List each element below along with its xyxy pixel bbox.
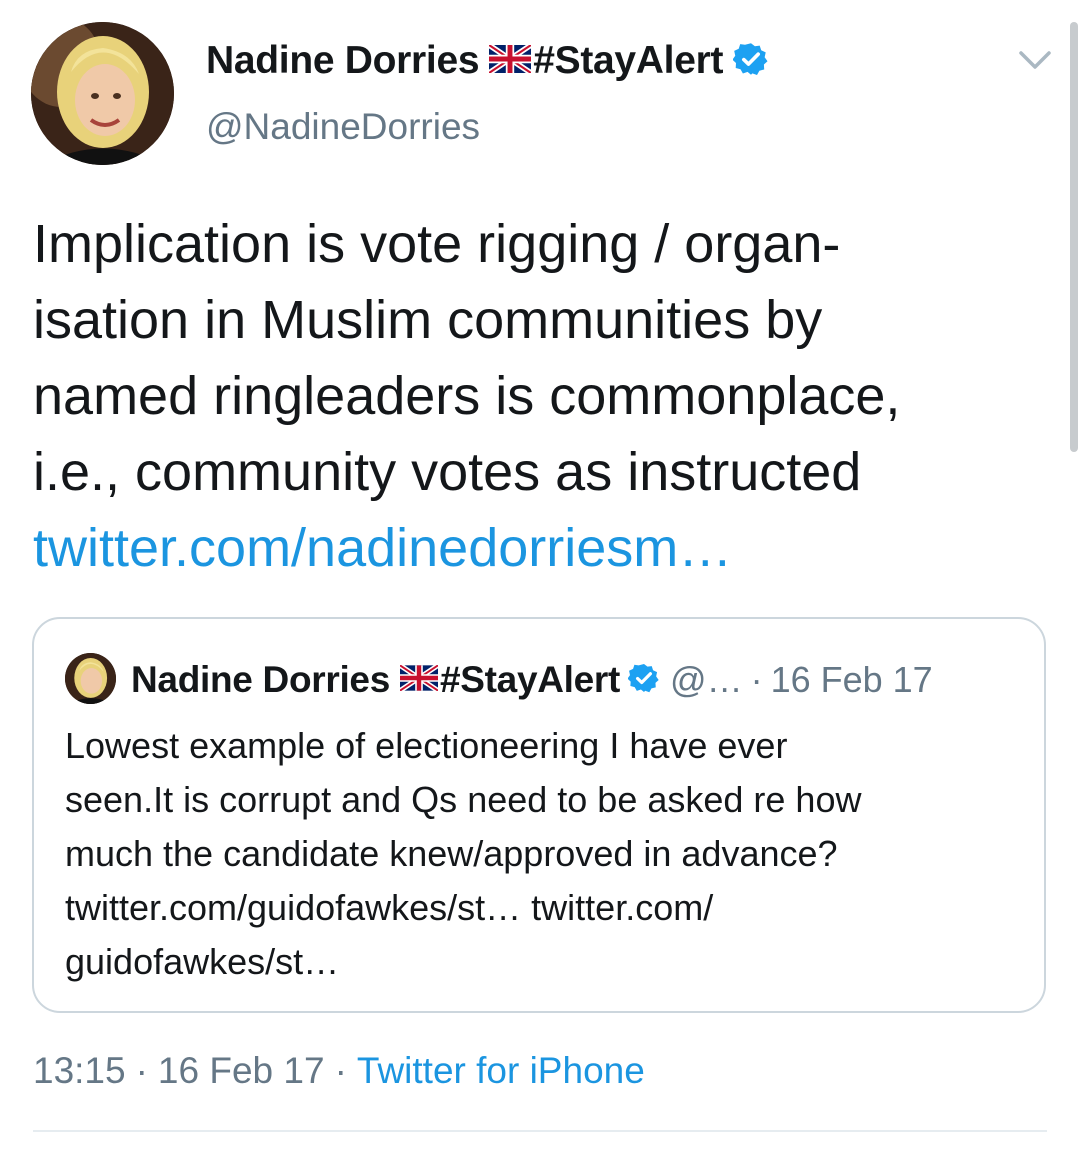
author-display-name[interactable]: Nadine Dorries	[206, 39, 480, 83]
quoted-tweet[interactable]: Nadine Dorries #StayAlert @… · 16 Feb 17…	[32, 617, 1046, 1013]
quoted-text-line: Lowest example of electioneering I have …	[65, 725, 788, 766]
quoted-text: Lowest example of electioneering I have …	[65, 719, 1035, 989]
uk-flag-icon	[487, 42, 533, 78]
quoted-text-line: much the candidate knew/approved in adva…	[65, 833, 838, 874]
tweet-time[interactable]: 13:15	[33, 1050, 126, 1092]
tweet-date[interactable]: 16 Feb 17	[158, 1050, 325, 1092]
quoted-display-name: Nadine Dorries	[131, 659, 390, 700]
quoted-header: Nadine Dorries #StayAlert @… · 16 Feb 17	[131, 655, 933, 705]
quoted-author-avatar	[65, 653, 116, 704]
divider	[33, 1130, 1047, 1132]
tweet-text-line: isation in Muslim communities by	[33, 290, 823, 350]
author-name-hashtag: #StayAlert	[533, 39, 724, 82]
tweet-source-link[interactable]: Twitter for iPhone	[357, 1050, 645, 1092]
uk-flag-icon	[398, 662, 440, 696]
tweet-text-line: named ringleaders is commonplace,	[33, 366, 901, 426]
separator-dot: ·	[135, 1050, 148, 1091]
chevron-down-icon[interactable]	[1018, 48, 1052, 72]
verified-badge-icon	[732, 41, 769, 82]
separator-dot: ·	[334, 1050, 347, 1091]
tweet-link[interactable]: twitter.com/nadinedorriesm…	[33, 510, 1043, 586]
verified-badge-icon	[627, 662, 660, 699]
tweet-text-line: i.e., community votes as instructed	[33, 442, 862, 502]
quoted-name-hashtag: #StayAlert	[440, 659, 621, 700]
scrollbar[interactable]	[1070, 22, 1078, 452]
quoted-text-line: guidofawkes/st…	[65, 941, 340, 982]
quoted-text-line: seen.It is corrupt and Qs need to be ask…	[65, 779, 862, 820]
quoted-handle: @…	[670, 659, 743, 700]
separator-dot: ·	[750, 659, 763, 700]
author-handle[interactable]: @NadineDorries	[206, 106, 480, 148]
quoted-text-line: twitter.com/guidofawkes/st… twitter.com/	[65, 887, 714, 928]
tweet-card: Nadine Dorries #StayAlert @NadineDorries…	[0, 0, 1079, 1151]
tweet-text-line: Implication is vote rigging / organ-	[33, 214, 841, 274]
quoted-date: 16 Feb 17	[770, 659, 933, 700]
author-avatar[interactable]	[31, 22, 174, 165]
tweet-footer: 13:15 · 16 Feb 17 · Twitter for iPhone	[33, 1046, 645, 1096]
tweet-text: Implication is vote rigging / organ- isa…	[33, 206, 1043, 586]
author-name-row[interactable]: Nadine Dorries #StayAlert	[206, 36, 769, 86]
